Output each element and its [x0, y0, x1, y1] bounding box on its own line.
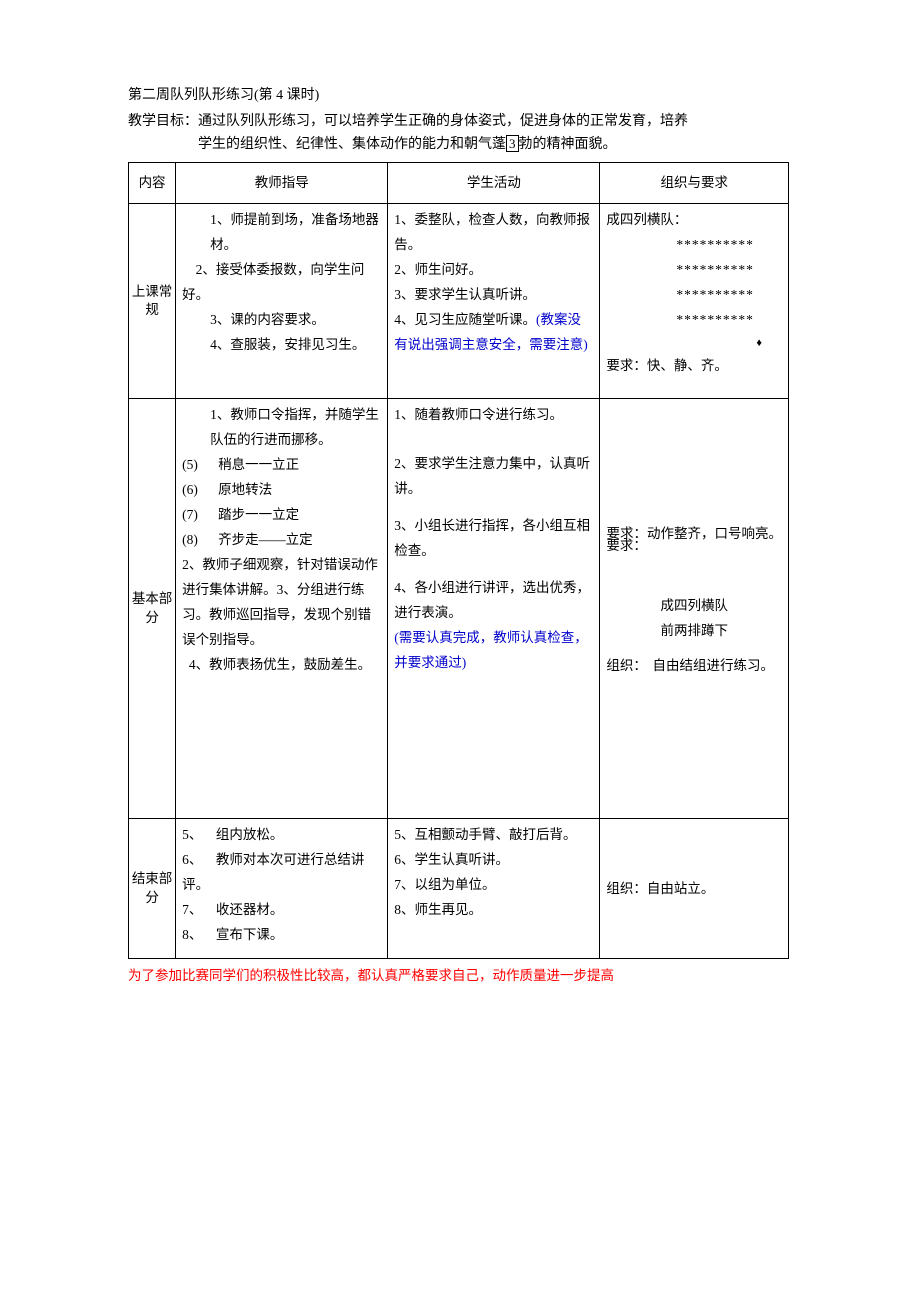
routine-org-stars1: ********** — [606, 233, 782, 258]
teaching-goal: 教学目标：通过队列队形练习，可以培养学生正确的身体姿式，促进身体的正常发育，培养… — [128, 111, 789, 156]
end-t-6: 6、 教师对本次可进行总结讲评。 — [182, 848, 381, 898]
routine-org-stars4: ********** — [606, 308, 782, 333]
basic-label: 基本部分 — [129, 399, 176, 819]
basic-org-l1: 成四列横队 — [606, 594, 782, 619]
routine-student-cell: 1、委整队，检查人数，向教师报告。 2、师生问好。 3、要求学生认真听讲。 4、… — [388, 204, 600, 399]
basic-t-sub7: (7) 踏步一一立定 — [182, 503, 381, 528]
routine-org-line1: 成四列横队： — [606, 208, 782, 233]
goal-boxed-number: 3 — [506, 135, 519, 153]
basic-s-blue: (需要认真完成，教师认真检查，并要求通过) — [394, 626, 593, 676]
lesson-plan-table: 内容 教师指导 学生活动 组织与要求 上课常规 1、师提前到场，准备场地器材。 … — [128, 162, 789, 959]
end-t-8: 8、 宣布下课。 — [182, 923, 381, 948]
goal-line2-post: 勃的精神面貌。 — [519, 137, 617, 152]
footer-note: 为了参加比赛同学们的积极性比较高，都认真严格要求自己，动作质量进一步提高 — [128, 965, 789, 987]
header-section: 内容 — [129, 163, 176, 204]
header-teacher: 教师指导 — [176, 163, 388, 204]
end-s-5: 5、互相颤动手臂、敲打后背。 — [394, 823, 593, 848]
basic-org-l3: 自由结组进行练习。 — [653, 654, 775, 679]
end-org-text: 组织：自由站立。 — [606, 877, 782, 901]
basic-org-cell: 要求： 要求：动作整齐，口号响亮。 成四列横队 前两排蹲下 组织： 自由结组进行… — [600, 399, 789, 819]
routine-t-4: 4、查服装，安排见习生。 — [182, 333, 381, 358]
header-student: 学生活动 — [388, 163, 600, 204]
routine-org-cell: 成四列横队： ********** ********** ********** … — [600, 204, 789, 399]
end-student-cell: 5、互相颤动手臂、敲打后背。 6、学生认真听讲。 7、以组为单位。 8、师生再见… — [388, 819, 600, 959]
basic-s-3: 3、小组长进行指挥，各小组互相检查。 — [394, 514, 593, 564]
end-t-7: 7、 收还器材。 — [182, 898, 381, 923]
end-t-5: 5、 组内放松。 — [182, 823, 381, 848]
basic-row: 基本部分 1、教师口令指挥，并随学生队伍的行进而挪移。 (5) 稍息一一立正 (… — [129, 399, 789, 819]
routine-org-req: 要求：快、静、齐。 — [606, 354, 782, 379]
end-s-7: 7、以组为单位。 — [394, 873, 593, 898]
end-row: 结束部分 5、 组内放松。 6、 教师对本次可进行总结讲评。 7、 收还器材。 … — [129, 819, 789, 959]
basic-org-l2: 前两排蹲下 — [606, 619, 782, 644]
routine-label: 上课常规 — [129, 204, 176, 399]
lesson-title: 第二周队列队形练习(第 4 课时) — [128, 85, 789, 107]
routine-teacher-cell: 1、师提前到场，准备场地器材。 2、接受体委报数，向学生问好。 3、课的内容要求… — [176, 204, 388, 399]
basic-t-sub5: (5) 稍息一一立正 — [182, 453, 381, 478]
basic-t-1: 1、教师口令指挥，并随学生队伍的行进而挪移。 — [182, 403, 381, 453]
basic-t-sub8: (8) 齐步走——立定 — [182, 528, 381, 553]
basic-teacher-cell: 1、教师口令指挥，并随学生队伍的行进而挪移。 (5) 稍息一一立正 (6) 原地… — [176, 399, 388, 819]
routine-org-stars2: ********** — [606, 258, 782, 283]
routine-s-2: 2、师生问好。 — [394, 258, 593, 283]
basic-s-1: 1、随着教师口令进行练习。 — [394, 403, 593, 428]
basic-t-sub6: (6) 原地转法 — [182, 478, 381, 503]
end-label: 结束部分 — [129, 819, 176, 959]
routine-t-2: 2、接受体委报数，向学生问好。 — [182, 258, 381, 308]
header-org: 组织与要求 — [600, 163, 789, 204]
basic-t-4: 4、教师表扬优生，鼓励差生。 — [182, 653, 381, 678]
table-header-row: 内容 教师指导 学生活动 组织与要求 — [129, 163, 789, 204]
end-s-8: 8、师生再见。 — [394, 898, 593, 923]
end-s-6: 6、学生认真听讲。 — [394, 848, 593, 873]
diamond-icon: ♦ — [606, 333, 782, 353]
routine-s-1: 1、委整队，检查人数，向教师报告。 — [394, 208, 593, 258]
goal-line1: 通过队列队形练习，可以培养学生正确的身体姿式，促进身体的正常发育，培养 — [198, 114, 688, 129]
routine-s-4: 4、见习生应随堂听课。 — [394, 312, 536, 327]
basic-student-cell: 1、随着教师口令进行练习。 2、要求学生注意力集中，认真听讲。 3、小组长进行指… — [388, 399, 600, 819]
routine-org-stars3: ********** — [606, 283, 782, 308]
routine-t-1: 1、师提前到场，准备场地器材。 — [182, 208, 381, 258]
end-org-cell: 组织：自由站立。 — [600, 819, 789, 959]
goal-label: 教学目标： — [128, 114, 198, 129]
routine-row: 上课常规 1、师提前到场，准备场地器材。 2、接受体委报数，向学生问好。 3、课… — [129, 204, 789, 399]
basic-org-req-text: 要求：动作整齐，口号响亮。 — [607, 522, 783, 547]
routine-t-3: 3、课的内容要求。 — [182, 308, 381, 333]
basic-org-label: 组织： — [606, 654, 647, 679]
basic-s-4: 4、各小组进行讲评，选出优秀，进行表演。 — [394, 576, 593, 626]
goal-line2-pre: 学生的组织性、纪律性、集体动作的能力和朝气蓬 — [198, 137, 506, 152]
basic-t-2: 2、教师子细观察，针对错误动作进行集体讲解。3、分组进行练习。教师巡回指导，发现… — [182, 553, 381, 653]
routine-s-3: 3、要求学生认真听讲。 — [394, 283, 593, 308]
end-teacher-cell: 5、 组内放松。 6、 教师对本次可进行总结讲评。 7、 收还器材。 8、 宣布… — [176, 819, 388, 959]
basic-s-2: 2、要求学生注意力集中，认真听讲。 — [394, 452, 593, 502]
